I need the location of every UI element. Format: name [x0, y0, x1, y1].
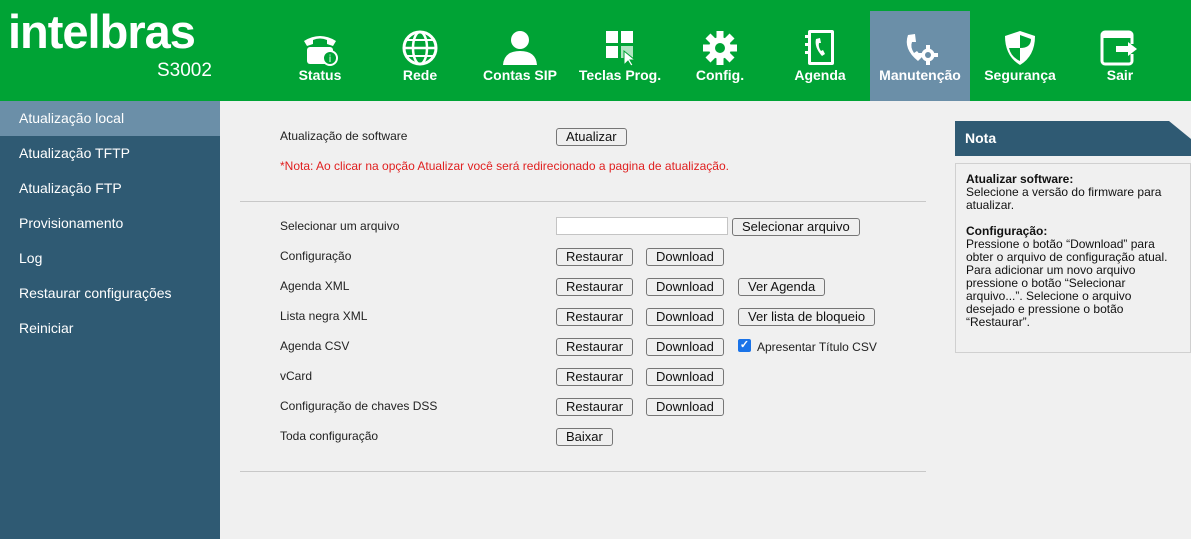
device-model: S3002	[157, 60, 212, 81]
nav-label: Agenda	[794, 67, 846, 83]
row-label: Lista negra XML	[280, 309, 368, 323]
download-vcard-button[interactable]: Download	[646, 368, 724, 386]
software-update-label: Atualização de software	[280, 129, 408, 143]
phonebook-icon	[805, 30, 834, 65]
note-title: Nota	[965, 130, 997, 146]
restore-config-button[interactable]: Restaurar	[556, 248, 634, 266]
nav-label: Config.	[695, 67, 745, 83]
download-all-button[interactable]: Baixar	[556, 428, 613, 446]
sidebar-item-atualizacao-local[interactable]: Atualização local	[0, 101, 220, 136]
main-content: Atualização de software Atualizar *Nota:…	[220, 101, 936, 539]
update-button[interactable]: Atualizar	[556, 128, 627, 146]
nav-label: Teclas Prog.	[578, 67, 662, 83]
nav-seguranca[interactable]: Segurança	[970, 11, 1070, 101]
globe-icon	[402, 30, 438, 66]
restore-blacklist-button[interactable]: Restaurar	[556, 308, 634, 326]
sidebar-item-restaurar-configuracoes[interactable]: Restaurar configurações	[0, 276, 220, 311]
nav-rede[interactable]: Rede	[370, 11, 470, 101]
nav-contas-sip[interactable]: Contas SIP	[470, 11, 570, 101]
row-label: vCard	[280, 369, 313, 383]
row-label: Configuração	[280, 249, 352, 263]
note-panel: Nota Atualizar software: Selecione a ver…	[955, 121, 1191, 353]
row-label: Configuração de chaves DSS	[280, 399, 438, 413]
view-blocklist-button[interactable]: Ver lista de bloqueio	[738, 308, 876, 326]
nav-agenda[interactable]: Agenda	[770, 11, 870, 101]
note-config-title: Configuração:	[966, 224, 1048, 238]
restore-vcard-button[interactable]: Restaurar	[556, 368, 634, 386]
nav-label: Sair	[1106, 67, 1134, 83]
note-corner-fold	[1169, 121, 1191, 139]
view-agenda-button[interactable]: Ver Agenda	[738, 278, 826, 296]
nav-status[interactable]: i Status	[270, 11, 370, 101]
nav-label: Manutenção	[879, 67, 961, 83]
download-agenda-xml-button[interactable]: Download	[646, 278, 724, 296]
grid-keys-icon	[606, 31, 637, 67]
note-header: Nota	[955, 121, 1191, 156]
nav-label: Contas SIP	[483, 67, 557, 83]
download-dss-button[interactable]: Download	[646, 398, 724, 416]
csv-title-checkbox[interactable]: ✓	[738, 339, 751, 352]
phone-status-icon: i	[304, 36, 338, 66]
sidebar-item-atualizacao-ftp[interactable]: Atualização FTP	[0, 171, 220, 206]
svg-text:i: i	[329, 54, 332, 65]
restore-agenda-csv-button[interactable]: Restaurar	[556, 338, 634, 356]
csv-title-label: Apresentar Título CSV	[757, 340, 877, 354]
nav-teclas-prog[interactable]: Teclas Prog.	[570, 11, 670, 101]
user-icon	[503, 31, 537, 65]
row-label: Agenda XML	[280, 279, 350, 293]
nav-label: Segurança	[984, 67, 1056, 83]
shield-icon	[1005, 31, 1035, 65]
row-label: Toda configuração	[280, 429, 379, 443]
note-software-title: Atualizar software:	[966, 172, 1074, 186]
sidebar-item-provisionamento[interactable]: Provisionamento	[0, 206, 220, 241]
restore-dss-button[interactable]: Restaurar	[556, 398, 634, 416]
divider	[240, 471, 926, 472]
download-agenda-csv-button[interactable]: Download	[646, 338, 724, 356]
select-file-button[interactable]: Selecionar arquivo	[732, 218, 860, 236]
file-path-field[interactable]	[556, 217, 728, 235]
restore-agenda-xml-button[interactable]: Restaurar	[556, 278, 634, 296]
download-blacklist-button[interactable]: Download	[646, 308, 724, 326]
sidebar-item-log[interactable]: Log	[0, 241, 220, 276]
note-config-text: Pressione o botão “Download” para obter …	[966, 237, 1168, 329]
exit-icon	[1100, 30, 1138, 66]
note-body: Atualizar software: Selecione a versão d…	[955, 163, 1191, 353]
gear-icon	[703, 31, 737, 65]
divider	[240, 201, 926, 202]
header-bar: intelbras S3002 i Status Rede Contas SIP	[0, 0, 1191, 101]
download-config-button[interactable]: Download	[646, 248, 724, 266]
sidebar-item-reiniciar[interactable]: Reiniciar	[0, 311, 220, 346]
sidebar-item-atualizacao-tftp[interactable]: Atualização TFTP	[0, 136, 220, 171]
select-file-label: Selecionar um arquivo	[280, 219, 400, 233]
phone-gear-icon	[906, 34, 938, 65]
intelbras-logo: intelbras	[8, 5, 196, 58]
nav-label: Rede	[402, 67, 438, 83]
redirect-note: *Nota: Ao clicar na opção Atualizar você…	[280, 159, 729, 173]
note-software-text: Selecione a versão do firmware para atua…	[966, 185, 1162, 212]
nav-config[interactable]: Config.	[670, 11, 770, 101]
nav-sair[interactable]: Sair	[1070, 11, 1170, 101]
sidebar: Atualização local Atualização TFTP Atual…	[0, 101, 220, 539]
nav-manutencao[interactable]: Manutenção	[870, 11, 970, 101]
row-label: Agenda CSV	[280, 339, 350, 353]
nav-label: Status	[298, 67, 342, 83]
